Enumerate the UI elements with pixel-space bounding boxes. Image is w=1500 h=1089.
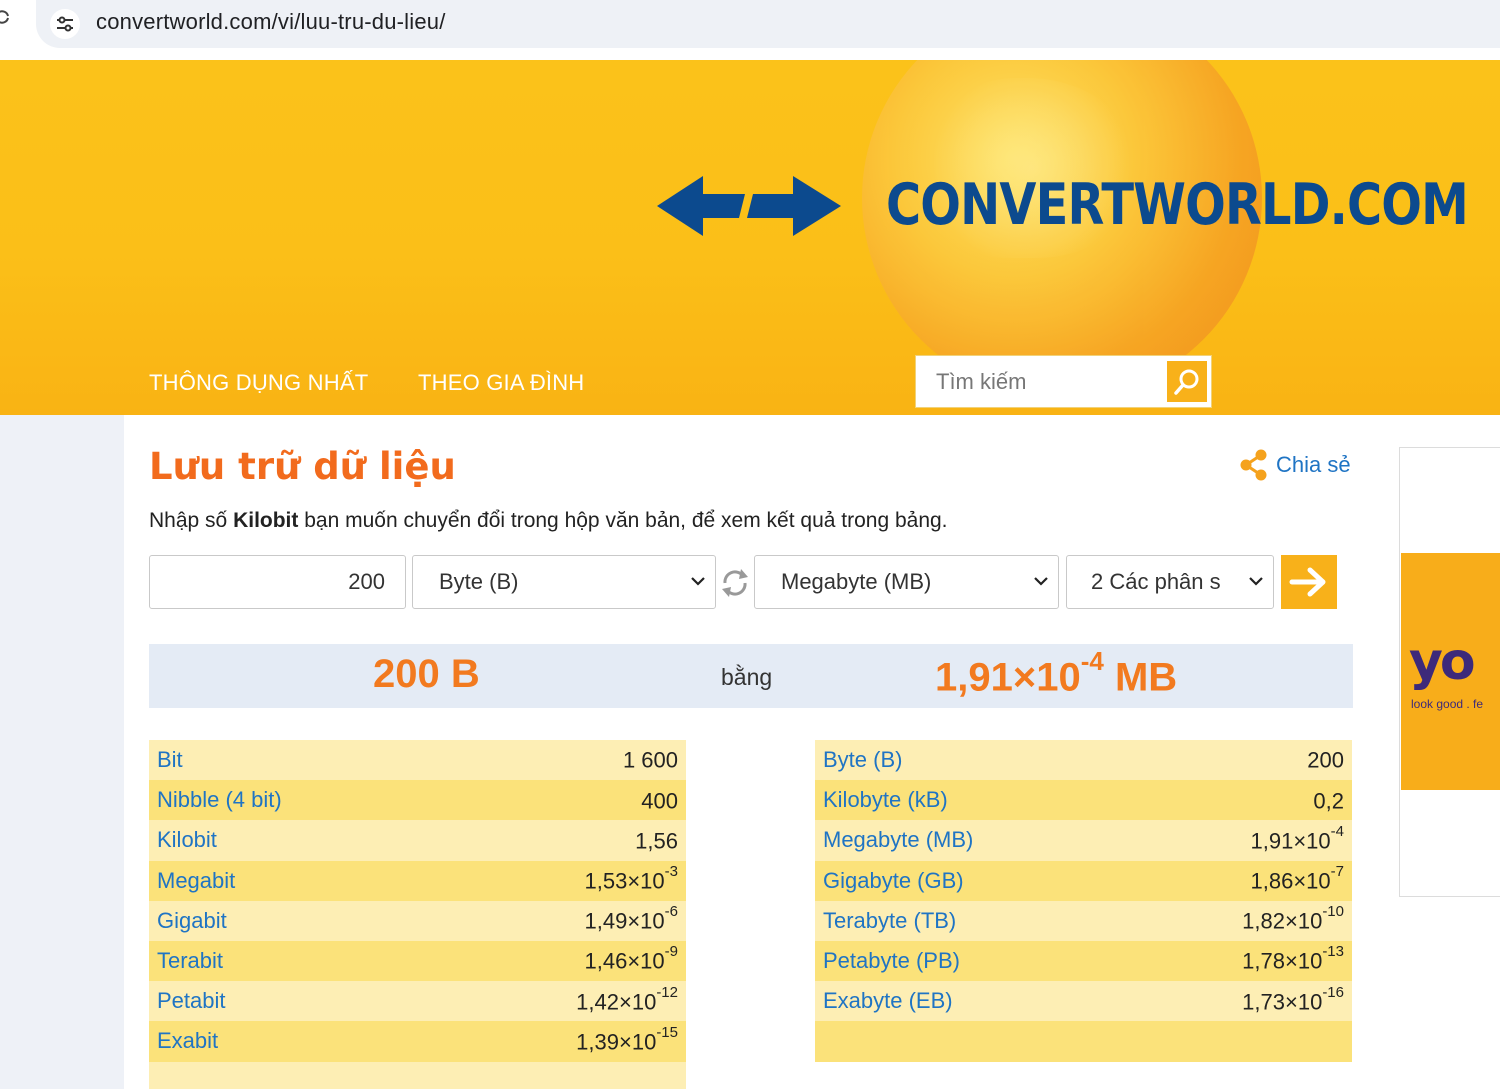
table-row: Bit 1 600: [149, 740, 686, 781]
search-box: [915, 355, 1212, 408]
unit-link[interactable]: Megabit: [157, 868, 235, 894]
unit-value: 1,46×10-9: [584, 943, 678, 974]
table-row: Exabyte (EB) 1,73×10-16: [815, 981, 1352, 1022]
table-row: Terabit 1,46×10-9: [149, 940, 686, 982]
arrow-right-icon: [1289, 567, 1326, 597]
search-button[interactable]: [1167, 361, 1207, 402]
unit-value: 1,78×10-13: [1242, 943, 1344, 974]
unit-value: 200: [1307, 747, 1344, 773]
unit-value: 0,2: [1313, 787, 1344, 813]
chevron-down-icon: [1249, 577, 1263, 586]
convert-button[interactable]: [1281, 555, 1337, 609]
unit-value: 1,49×10-6: [584, 903, 678, 934]
table-row: Megabyte (MB) 1,91×10-4: [815, 820, 1352, 861]
decimals-value: 2 Các phân s: [1091, 569, 1221, 594]
chevron-down-icon: [691, 577, 705, 586]
unit-link[interactable]: Gigabit: [157, 908, 227, 934]
to-unit-select[interactable]: Megabyte (MB): [754, 555, 1059, 609]
unit-link[interactable]: Exabyte (EB): [823, 988, 953, 1014]
table-row: Exabit 1,39×10-15: [149, 1021, 686, 1062]
share-link[interactable]: Chia sẻ: [1238, 448, 1351, 482]
table-row: [149, 1061, 686, 1089]
unit-value: 1,73×10-16: [1242, 983, 1344, 1014]
table-row: Byte (B) 200: [815, 740, 1352, 781]
result-bar: 200 B bằng 1,91×10-4 MB: [149, 644, 1353, 708]
table-row: Megabit 1,53×10-3: [149, 860, 686, 901]
search-input[interactable]: [916, 356, 1166, 407]
to-unit-value: Megabyte (MB): [781, 569, 932, 594]
unit-link[interactable]: Exabit: [157, 1028, 218, 1054]
table-row: Kilobit 1,56: [149, 820, 686, 861]
result-to: 1,91×10-4 MB: [935, 646, 1178, 700]
table-row: [815, 1021, 1352, 1062]
from-unit-select[interactable]: Byte (B): [412, 555, 716, 609]
unit-value: 1,53×10-3: [584, 862, 678, 894]
left-gutter: [0, 415, 124, 1089]
unit-link[interactable]: Kilobyte (kB): [823, 787, 948, 813]
table-row: Terabyte (TB) 1,82×10-10: [815, 900, 1352, 941]
search-icon: [1174, 369, 1199, 395]
reload-icon[interactable]: [0, 10, 10, 24]
unit-link[interactable]: Terabyte (TB): [823, 908, 956, 934]
bit-units-table: Bit 1 600 Nibble (4 bit) 400 Kilobit 1,56 Mega…: [149, 740, 686, 1089]
chevron-down-icon: [1034, 577, 1048, 586]
unit-value: 1 600: [622, 747, 678, 773]
table-row: Kilobyte (kB) 0,2: [815, 780, 1352, 821]
site-header: CONVERTWORLD.COM THÔNG DỤNG NHẤT THEO GI…: [0, 60, 1500, 415]
unit-link[interactable]: Terabit: [157, 948, 223, 974]
convert-arrows-logo-icon: [657, 176, 841, 236]
unit-value: 400: [641, 787, 678, 813]
nav-most-common[interactable]: THÔNG DỤNG NHẤT: [149, 370, 368, 396]
unit-value: 1,82×10-10: [1242, 903, 1344, 934]
unit-link[interactable]: Petabyte (PB): [823, 948, 960, 974]
share-label[interactable]: Chia sẻ: [1276, 452, 1351, 478]
decimals-select[interactable]: 2 Các phân s: [1066, 555, 1274, 609]
url-text[interactable]: convertworld.com/vi/luu-tru-du-lieu/: [96, 9, 446, 35]
ad-logo[interactable]: yo: [1409, 632, 1476, 692]
unit-link[interactable]: Megabyte (MB): [823, 827, 973, 853]
browser-bar: convertworld.com/vi/luu-tru-du-lieu/: [0, 0, 1500, 58]
unit-link[interactable]: Petabit: [157, 988, 226, 1014]
table-row: Petabit 1,42×10-12: [149, 981, 686, 1022]
site-settings-icon[interactable]: [50, 9, 80, 39]
share-icon: [1240, 449, 1267, 481]
unit-link[interactable]: Kilobit: [157, 827, 217, 853]
table-row: Gigabit 1,49×10-6: [149, 900, 686, 941]
unit-value: 1,86×10-7: [1250, 862, 1344, 894]
nav-by-family[interactable]: THEO GIA ĐÌNH: [418, 370, 584, 396]
unit-link[interactable]: Nibble (4 bit): [157, 787, 282, 813]
amount-input[interactable]: 200: [149, 555, 406, 609]
unit-link[interactable]: Byte (B): [823, 747, 902, 773]
unit-value: 1,39×10-15: [576, 1023, 678, 1055]
brand-logo-text[interactable]: CONVERTWORLD.COM: [886, 172, 1469, 238]
swap-units-icon[interactable]: [719, 565, 751, 601]
unit-link[interactable]: Bit: [157, 747, 183, 773]
address-bar[interactable]: convertworld.com/vi/luu-tru-du-lieu/: [36, 0, 1500, 48]
result-equals: bằng: [721, 664, 773, 690]
ad-tagline: look good . fe: [1411, 697, 1484, 711]
unit-value: 1,56: [635, 828, 678, 854]
byte-units-table: Byte (B) 200 Kilobyte (kB) 0,2 Megabyte (MB)…: [815, 740, 1352, 1062]
unit-link[interactable]: Gigabyte (GB): [823, 868, 964, 894]
unit-value: 1,91×10-4: [1250, 822, 1344, 854]
table-row: Gigabyte (GB) 1,86×10-7: [815, 860, 1352, 901]
result-from: 200 B: [373, 652, 480, 696]
table-row: Nibble (4 bit) 400: [149, 780, 686, 821]
instruction-text: Nhập số Kilobit bạn muốn chuyển đổi tron…: [149, 509, 948, 532]
main-nav: THÔNG DỤNG NHẤT THEO GIA ĐÌNH: [0, 352, 1500, 415]
from-unit-value: Byte (B): [439, 569, 519, 594]
page-title: Lưu trữ dữ liệu: [149, 445, 456, 488]
unit-value: 1,42×10-12: [576, 983, 678, 1014]
table-row: Petabyte (PB) 1,78×10-13: [815, 940, 1352, 982]
